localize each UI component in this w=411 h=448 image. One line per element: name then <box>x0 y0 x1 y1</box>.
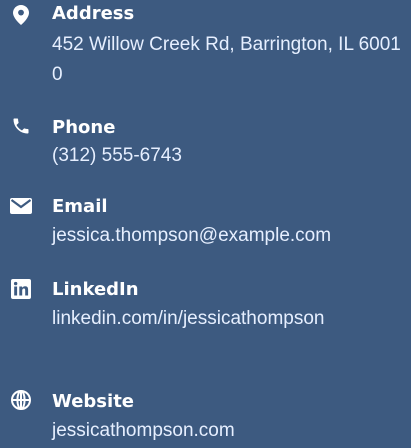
contact-label-email: Email <box>52 196 108 217</box>
linkedin-icon <box>10 278 32 300</box>
envelope-icon <box>10 195 32 217</box>
globe-icon <box>10 389 32 411</box>
contact-label-linkedin: LinkedIn <box>52 279 139 300</box>
contact-value-website: jessicathompson.com <box>52 420 235 441</box>
phone-icon <box>10 115 32 137</box>
contact-value-address: 452 Willow Creek Rd, Barrington, IL 6001… <box>52 34 401 85</box>
contact-label-website: Website <box>52 391 135 412</box>
contact-value-email: jessica.thompson@example.com <box>52 225 332 246</box>
contact-value-phone: (312) 555-6743 <box>52 145 182 166</box>
contact-value-linkedin: linkedin.com/in/jessicathompson <box>52 308 325 329</box>
contact-label-phone: Phone <box>52 117 116 138</box>
contact-label-address: Address <box>52 3 135 24</box>
map-pin-icon <box>10 4 32 26</box>
